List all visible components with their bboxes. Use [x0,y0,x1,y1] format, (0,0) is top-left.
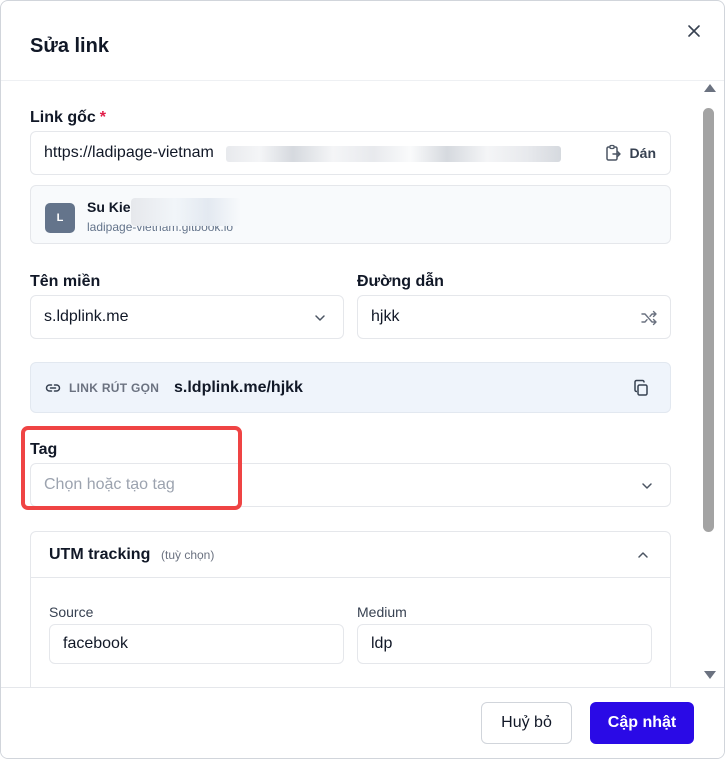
link-preview-card: L Su Kie ladipage-vietnam.gitbook.io [30,185,671,244]
chevron-down-icon [640,479,654,493]
path-label: Đường dẫn [357,273,444,290]
copy-icon[interactable] [632,379,650,397]
clipboard-paste-icon [604,144,622,162]
source-value: facebook [63,635,128,652]
medium-input[interactable]: ldp [357,624,652,664]
utm-optional-note: (tuỳ chọn) [161,548,215,562]
medium-label: Medium [357,604,407,620]
close-icon[interactable] [684,21,704,41]
paste-button[interactable]: Dán [604,144,656,162]
chevron-up-icon [636,548,650,562]
path-input[interactable]: hjkk [357,295,671,339]
original-link-label: Link gốc * [30,109,106,127]
shuffle-icon[interactable] [640,309,658,327]
paste-label: Dán [629,145,656,161]
short-link-box: LINK RÚT GỌN s.ldplink.me/hjkk [30,362,671,413]
utm-title: UTM tracking [49,546,151,563]
dialog-header: Sửa link [1,1,724,81]
preview-title: Su Kie [87,199,131,215]
update-button[interactable]: Cập nhật [590,702,694,744]
scrollbar[interactable] [701,82,719,687]
scroll-up-arrow-icon[interactable] [704,84,716,92]
domain-label: Tên miền [30,273,101,290]
original-link-input[interactable]: https://ladipage-vietnam Dán [30,131,671,175]
dialog-footer: Huỷ bỏ Cập nhật [1,687,724,758]
required-mark: * [99,109,107,126]
scroll-thumb[interactable] [703,108,714,532]
scroll-down-arrow-icon[interactable] [704,671,716,679]
link-icon [45,380,61,396]
utm-section: UTM tracking (tuỳ chọn) Source facebook … [30,531,671,687]
dialog-body[interactable]: Link gốc * https://ladipage-vietnam Dán L… [1,82,701,687]
tag-highlight-annotation [21,426,242,510]
medium-value: ldp [371,635,393,652]
dialog-title: Sửa link [30,35,109,57]
source-input[interactable]: facebook [49,624,344,664]
utm-toggle[interactable]: UTM tracking (tuỳ chọn) [31,532,670,578]
preview-redaction [131,198,241,226]
original-link-value: https://ladipage-vietnam [44,144,214,161]
original-link-label-text: Link gốc [30,109,96,126]
cancel-button[interactable]: Huỷ bỏ [481,702,572,744]
path-value: hjkk [371,308,400,325]
source-label: Source [49,604,94,620]
short-link-caption: LINK RÚT GỌN [69,381,160,395]
short-link-value: s.ldplink.me/hjkk [174,379,303,396]
avatar: L [45,203,75,233]
edit-link-dialog: Sửa link Link gốc * https://ladipage-viet… [0,0,725,759]
chevron-down-icon [313,311,327,325]
url-redaction [226,146,561,162]
domain-select[interactable]: s.ldplink.me [30,295,344,339]
domain-value: s.ldplink.me [44,308,129,325]
